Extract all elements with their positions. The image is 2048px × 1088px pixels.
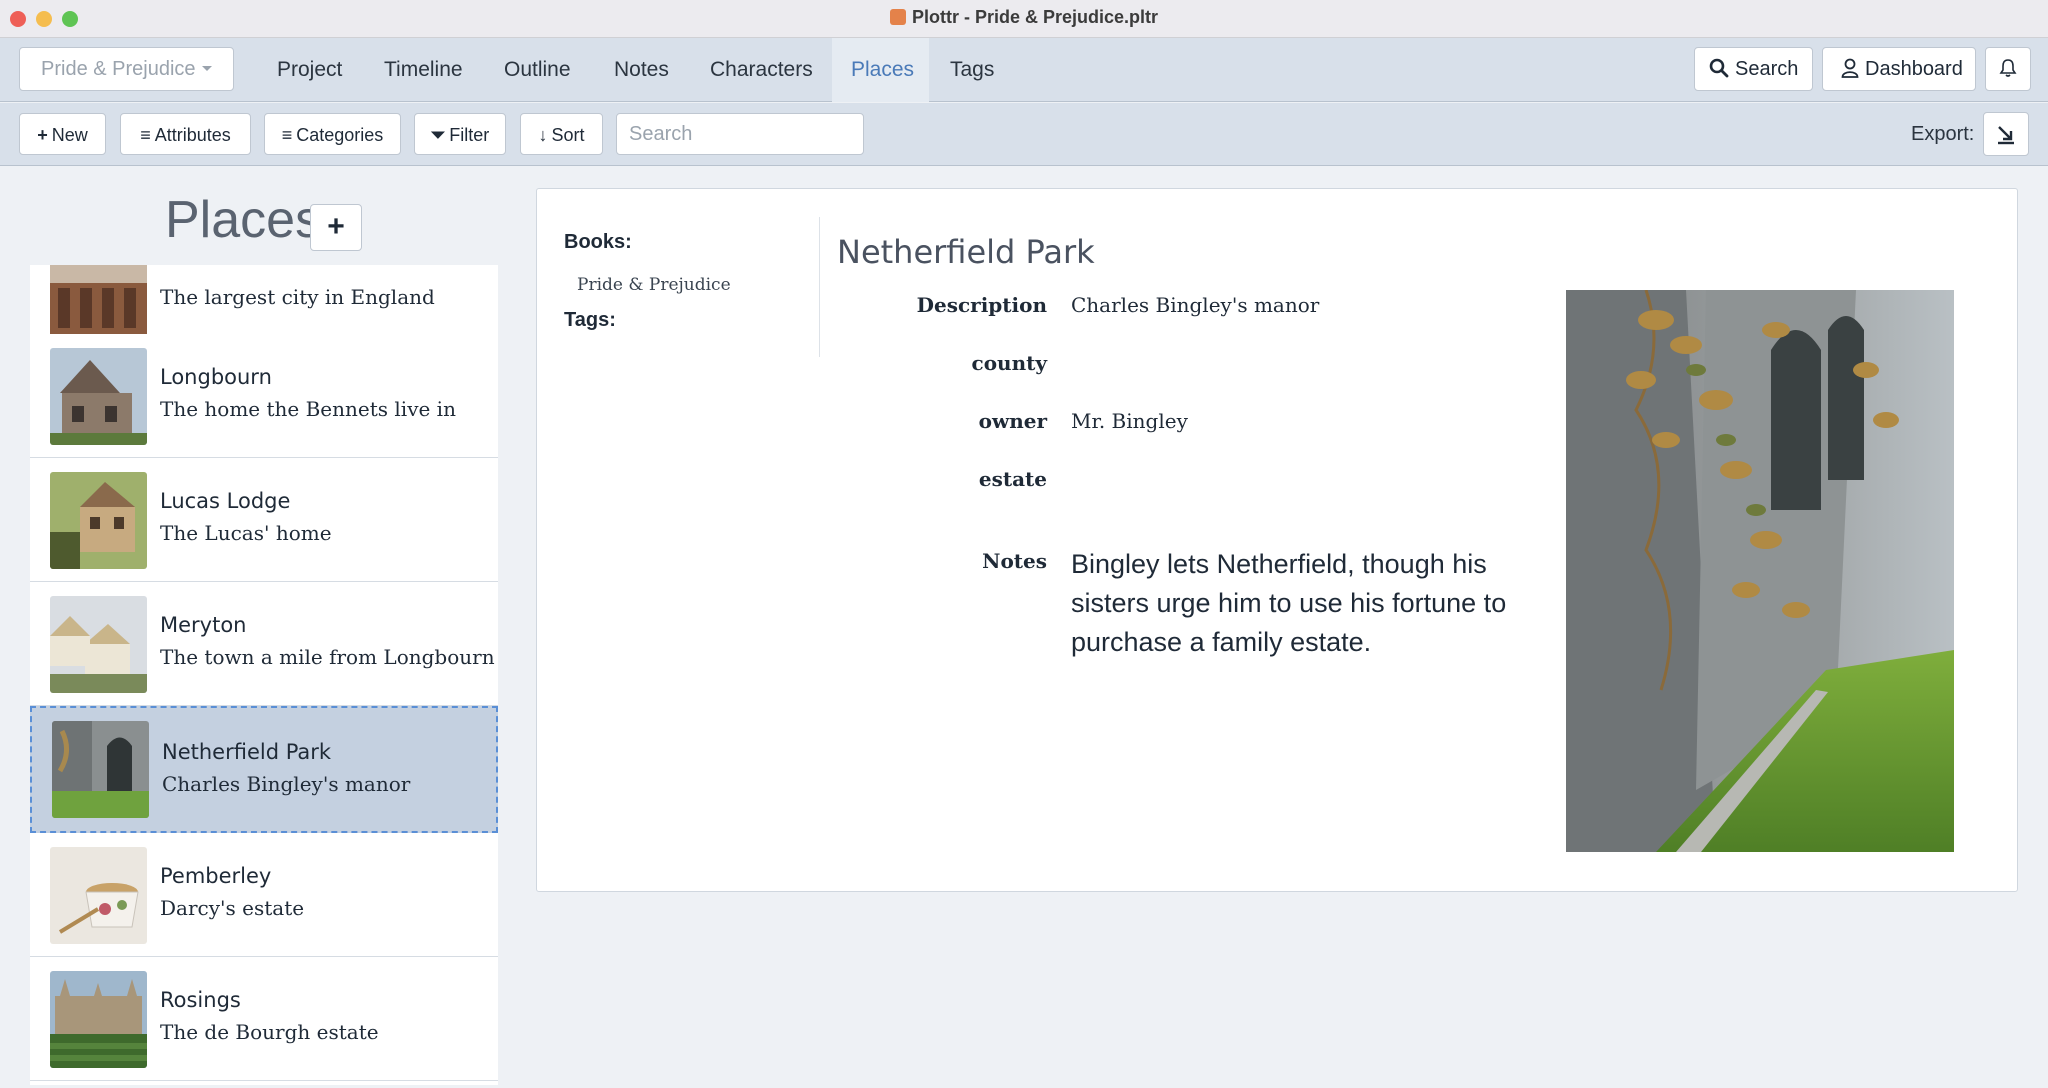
list-icon: ≡ — [281, 125, 293, 145]
search-icon — [1709, 58, 1729, 78]
place-description: Darcy's estate — [160, 896, 305, 920]
notes-text[interactable]: Bingley lets Netherfield, though his sis… — [1071, 545, 1531, 662]
tab-characters[interactable]: Characters — [698, 38, 832, 102]
tab-places[interactable]: Places — [832, 38, 929, 102]
export-icon — [1998, 126, 2014, 145]
attributes-button-label: Attributes — [154, 125, 231, 145]
new-button-label: New — [51, 125, 88, 145]
place-name: Netherfield Park — [162, 740, 332, 764]
place-thumbnail — [52, 721, 149, 818]
filter-button[interactable]: ⏷ Filter — [414, 113, 506, 155]
place-name: Rosings — [160, 988, 241, 1012]
list-item-netherfield-park[interactable]: Netherfield Park Charles Bingley's manor — [30, 706, 498, 833]
search-button[interactable]: Search — [1694, 47, 1813, 91]
book-selector[interactable]: Pride & Prejudice — [19, 47, 234, 91]
place-description: The Lucas' home — [160, 521, 332, 545]
place-thumbnail — [50, 472, 147, 569]
place-thumbnail — [50, 348, 147, 445]
user-icon — [1841, 58, 1859, 78]
place-name: Meryton — [160, 613, 247, 637]
plus-icon: + — [37, 125, 48, 145]
place-thumbnail — [50, 847, 147, 944]
place-description: Charles Bingley's manor — [162, 772, 411, 796]
list-item-rosings[interactable]: Rosings The de Bourgh estate — [30, 957, 498, 1081]
export-button[interactable] — [1983, 112, 2029, 156]
attribute-label-description: Description — [916, 293, 1047, 317]
place-thumbnail — [50, 596, 147, 693]
attribute-label-county: county — [971, 351, 1047, 375]
categories-button[interactable]: ≡ Categories — [264, 113, 401, 155]
list-item-longbourn[interactable]: Longbourn The home the Bennets live in — [30, 334, 498, 458]
tab-project[interactable]: Project — [262, 38, 358, 102]
tab-timeline[interactable]: Timeline — [369, 38, 479, 102]
window-title-wrap: Plottr - Pride & Prejudice.pltr — [0, 7, 2048, 28]
categories-button-label: Categories — [296, 125, 384, 145]
tab-outline[interactable]: Outline — [490, 38, 600, 102]
search-button-label: Search — [1735, 58, 1799, 80]
place-thumbnail — [50, 971, 147, 1068]
notes-label: Notes — [982, 549, 1047, 573]
sort-icon: ↓ — [538, 125, 548, 145]
attribute-value-owner[interactable]: Mr. Bingley — [1071, 409, 1188, 433]
attribute-label-owner: owner — [978, 409, 1047, 433]
notifications-button[interactable] — [1985, 47, 2031, 91]
sort-button[interactable]: ↓ Sort — [520, 113, 603, 155]
tab-notes[interactable]: Notes — [600, 38, 698, 102]
book-selector-label: Pride & Prejudice — [41, 58, 196, 80]
plus-icon: + — [327, 210, 345, 243]
title-bar: Plottr - Pride & Prejudice.pltr — [0, 0, 2048, 38]
bell-icon — [1999, 59, 2017, 77]
list-item-lucas-lodge[interactable]: Lucas Lodge The Lucas' home — [30, 458, 498, 582]
place-description: The de Bourgh estate — [160, 1020, 379, 1044]
tags-label: Tags: — [564, 309, 616, 331]
place-detail-panel: Books: Pride & Prejudice Tags: Netherfie… — [536, 188, 2018, 892]
attributes-button[interactable]: ≡ Attributes — [120, 113, 251, 155]
sort-button-label: Sort — [551, 125, 585, 145]
main-nav: Pride & Prejudice Project Timeline Outli… — [0, 38, 2048, 102]
dashboard-button-label: Dashboard — [1865, 58, 1963, 80]
filter-button-label: Filter — [449, 125, 490, 145]
books-label: Books: — [564, 231, 632, 253]
book-link[interactable]: Pride & Prejudice — [577, 275, 731, 295]
window-title: Plottr - Pride & Prejudice.pltr — [911, 7, 1159, 27]
list-item-meryton[interactable]: Meryton The town a mile from Longbourn — [30, 582, 498, 706]
add-place-button[interactable]: + — [310, 204, 362, 251]
place-description: The largest city in England — [160, 285, 435, 309]
attribute-label-estate: estate — [978, 467, 1047, 491]
caret-down-icon — [201, 66, 212, 71]
place-title: Netherfield Park — [837, 233, 1095, 271]
new-button[interactable]: + New — [19, 113, 106, 155]
place-thumbnail — [50, 265, 147, 340]
place-name: Lucas Lodge — [160, 489, 291, 513]
tab-tags[interactable]: Tags — [929, 38, 1009, 102]
places-list[interactable]: The largest city in England Longbourn Th… — [30, 265, 498, 1085]
export-label: Export: — [1911, 123, 1975, 145]
place-image[interactable] — [1566, 290, 1954, 852]
dashboard-button[interactable]: Dashboard — [1822, 47, 1976, 91]
filter-icon: ⏷ — [430, 125, 446, 145]
attribute-value-description[interactable]: Charles Bingley's manor — [1071, 293, 1319, 317]
list-icon: ≡ — [140, 125, 151, 145]
places-toolbar: + New ≡ Attributes ≡ Categories ⏷ Filter ↓ So… — [0, 103, 2048, 166]
list-item-pemberley[interactable]: Pemberley Darcy's estate — [30, 833, 498, 957]
plottr-app-icon — [889, 9, 906, 25]
place-name: Pemberley — [160, 864, 272, 888]
place-description: The home the Bennets live in — [160, 397, 456, 421]
detail-divider — [819, 217, 820, 357]
places-search-input[interactable] — [616, 113, 864, 155]
place-name: Longbourn — [160, 365, 272, 389]
place-description: The town a mile from Longbourn — [160, 645, 495, 669]
places-heading: Places — [165, 191, 322, 249]
